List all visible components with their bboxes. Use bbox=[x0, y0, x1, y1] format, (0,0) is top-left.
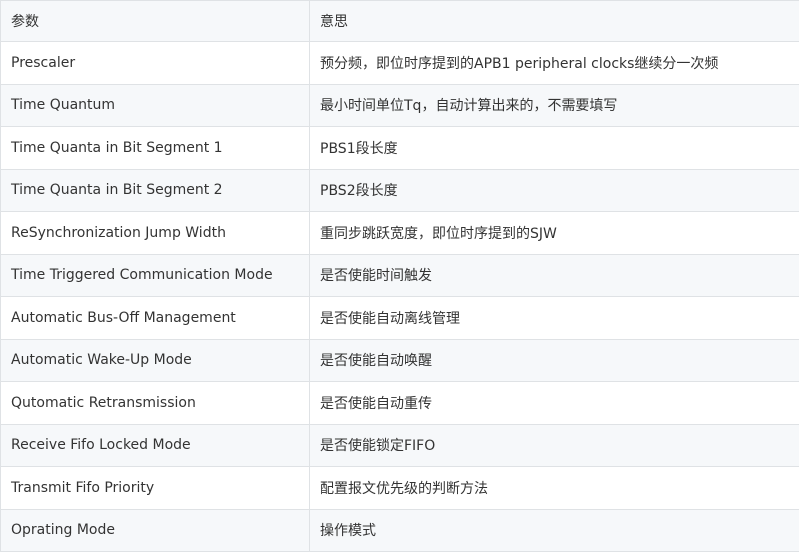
parameter-cell: Time Quanta in Bit Segment 1 bbox=[0, 126, 310, 170]
parameter-cell: Automatic Bus-Off Management bbox=[0, 296, 310, 340]
parameter-cell: Oprating Mode bbox=[0, 508, 310, 552]
meaning-cell: 是否使能自动唤醒 bbox=[309, 338, 799, 382]
table-row: Time Quanta in Bit Segment 2 PBS2段长度 bbox=[0, 168, 799, 212]
table-row: Time Quantum 最小时间单位Tq，自动计算出来的，不需要填写 bbox=[0, 83, 799, 127]
meaning-cell: 预分频，即位时序提到的APB1 peripheral clocks继续分一次频 bbox=[309, 41, 799, 85]
parameter-cell: Qutomatic Retransmission bbox=[0, 381, 310, 425]
table-row: Time Quanta in Bit Segment 1 PBS1段长度 bbox=[0, 126, 799, 170]
header-meaning: 意思 bbox=[309, 0, 799, 42]
parameter-table: 参数 意思 Prescaler 预分频，即位时序提到的APB1 peripher… bbox=[0, 0, 799, 552]
parameter-cell: ReSynchronization Jump Width bbox=[0, 211, 310, 255]
table-row: Receive Fifo Locked Mode 是否使能锁定FIFO bbox=[0, 423, 799, 467]
table-row: Prescaler 预分频，即位时序提到的APB1 peripheral clo… bbox=[0, 41, 799, 85]
header-parameter: 参数 bbox=[0, 0, 310, 42]
parameter-cell: Automatic Wake-Up Mode bbox=[0, 338, 310, 382]
meaning-cell: PBS2段长度 bbox=[309, 168, 799, 212]
meaning-cell: 配置报文优先级的判断方法 bbox=[309, 466, 799, 510]
meaning-cell: 最小时间单位Tq，自动计算出来的，不需要填写 bbox=[309, 83, 799, 127]
meaning-cell: 是否使能自动离线管理 bbox=[309, 296, 799, 340]
parameter-cell: Time Quantum bbox=[0, 83, 310, 127]
meaning-cell: 是否使能自动重传 bbox=[309, 381, 799, 425]
table-header-row: 参数 意思 bbox=[0, 0, 799, 42]
table-row: Automatic Wake-Up Mode 是否使能自动唤醒 bbox=[0, 338, 799, 382]
table-row: Oprating Mode 操作模式 bbox=[0, 508, 799, 552]
table-row: Qutomatic Retransmission 是否使能自动重传 bbox=[0, 381, 799, 425]
meaning-cell: PBS1段长度 bbox=[309, 126, 799, 170]
table-row: ReSynchronization Jump Width 重同步跳跃宽度，即位时… bbox=[0, 211, 799, 255]
parameter-cell: Receive Fifo Locked Mode bbox=[0, 423, 310, 467]
meaning-cell: 是否使能时间触发 bbox=[309, 253, 799, 297]
meaning-cell: 是否使能锁定FIFO bbox=[309, 423, 799, 467]
table-row: Transmit Fifo Priority 配置报文优先级的判断方法 bbox=[0, 466, 799, 510]
table-row: Automatic Bus-Off Management 是否使能自动离线管理 bbox=[0, 296, 799, 340]
parameter-cell: Time Quanta in Bit Segment 2 bbox=[0, 168, 310, 212]
meaning-cell: 重同步跳跃宽度，即位时序提到的SJW bbox=[309, 211, 799, 255]
table-row: Time Triggered Communication Mode 是否使能时间… bbox=[0, 253, 799, 297]
parameter-cell: Transmit Fifo Priority bbox=[0, 466, 310, 510]
parameter-cell: Prescaler bbox=[0, 41, 310, 85]
meaning-cell: 操作模式 bbox=[309, 508, 799, 552]
parameter-cell: Time Triggered Communication Mode bbox=[0, 253, 310, 297]
